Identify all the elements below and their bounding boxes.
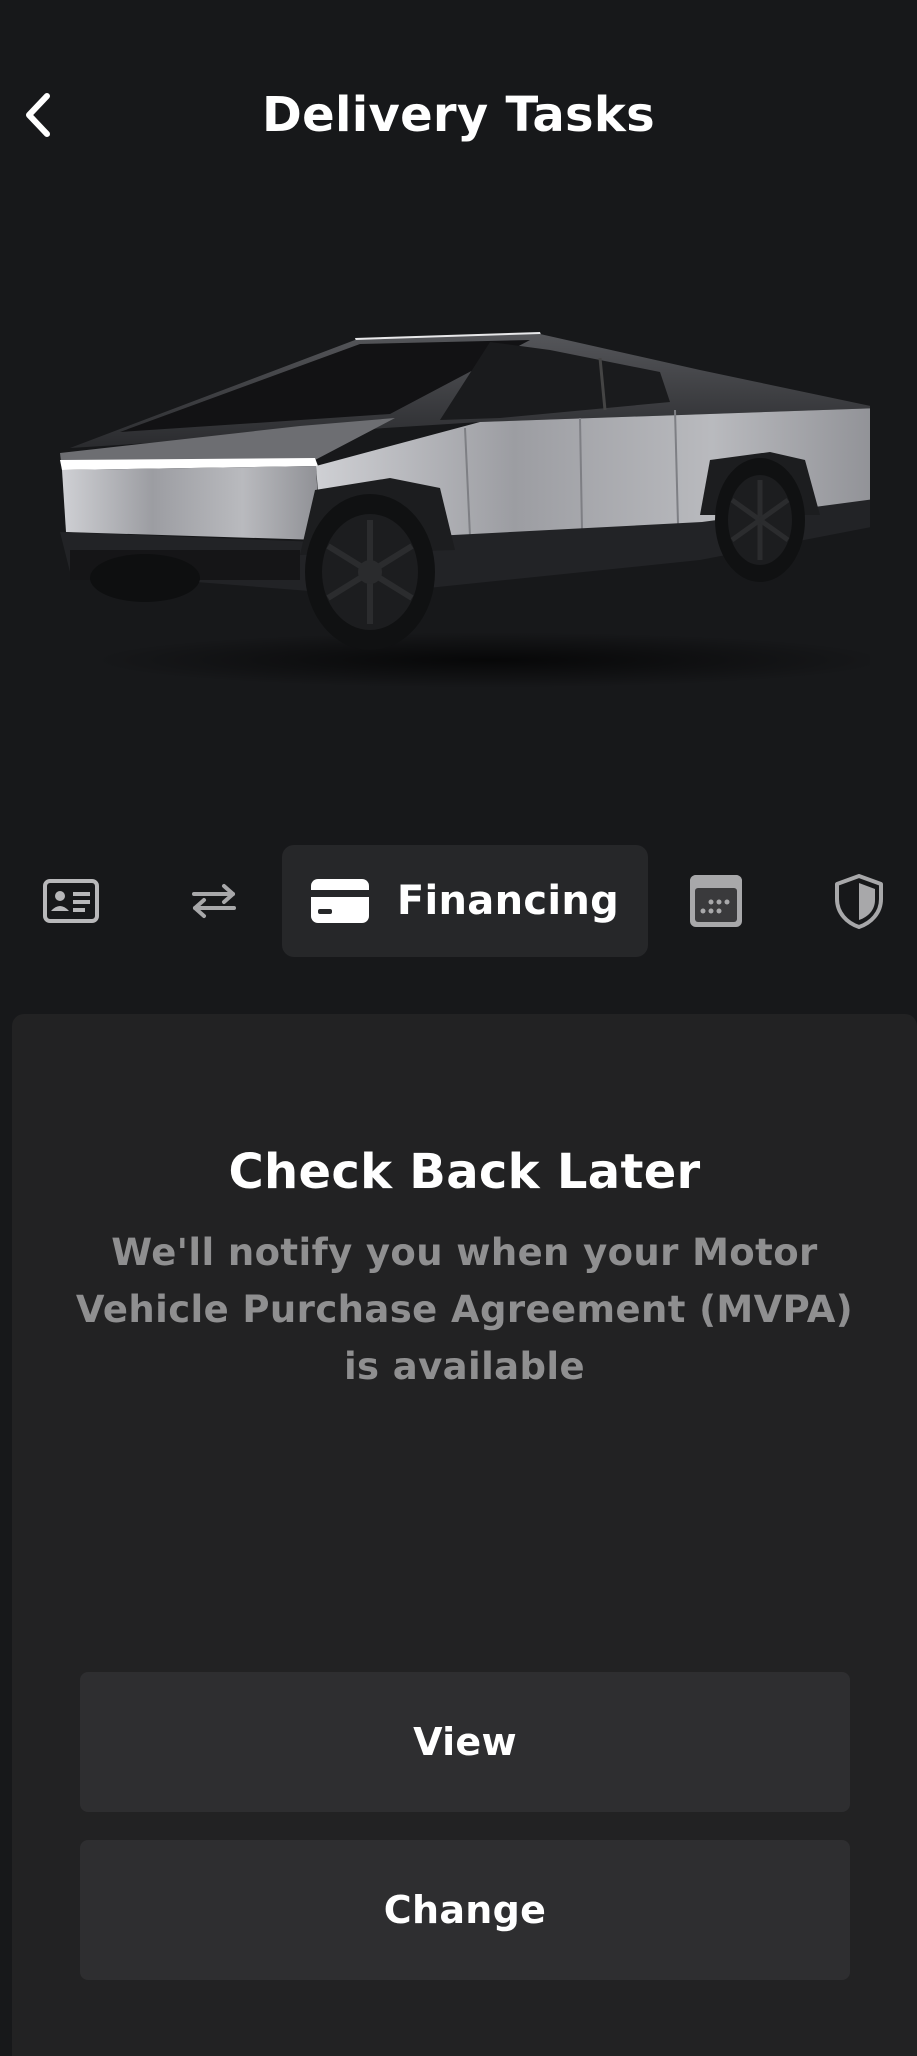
calendar-icon <box>690 875 742 927</box>
tab-trade-in[interactable] <box>172 845 256 957</box>
vehicle-image <box>60 332 870 688</box>
tab-scheduling[interactable] <box>682 845 750 957</box>
financing-card: Check Back Later We'll notify you when y… <box>12 1014 917 2056</box>
tab-financing[interactable]: Financing <box>282 845 648 957</box>
tab-insurance[interactable] <box>826 845 892 957</box>
card-message: We'll notify you when your Motor Vehicle… <box>75 1231 854 1388</box>
transfer-arrows-icon <box>192 884 236 918</box>
delivery-tasks-screen: Delivery Tasks Financing Check Back Late… <box>0 0 917 2056</box>
change-button[interactable]: Change <box>80 1840 850 1980</box>
header: Delivery Tasks <box>0 60 917 170</box>
shield-icon <box>835 874 883 929</box>
view-button[interactable]: View <box>80 1672 850 1812</box>
tab-driver-license[interactable] <box>28 845 114 957</box>
task-tabs: Financing <box>0 845 917 957</box>
credit-card-icon <box>310 879 369 923</box>
id-card-icon <box>43 879 99 923</box>
tab-financing-label: Financing <box>396 878 620 924</box>
page-title: Delivery Tasks <box>261 87 656 143</box>
card-title: Check Back Later <box>228 1144 701 1200</box>
